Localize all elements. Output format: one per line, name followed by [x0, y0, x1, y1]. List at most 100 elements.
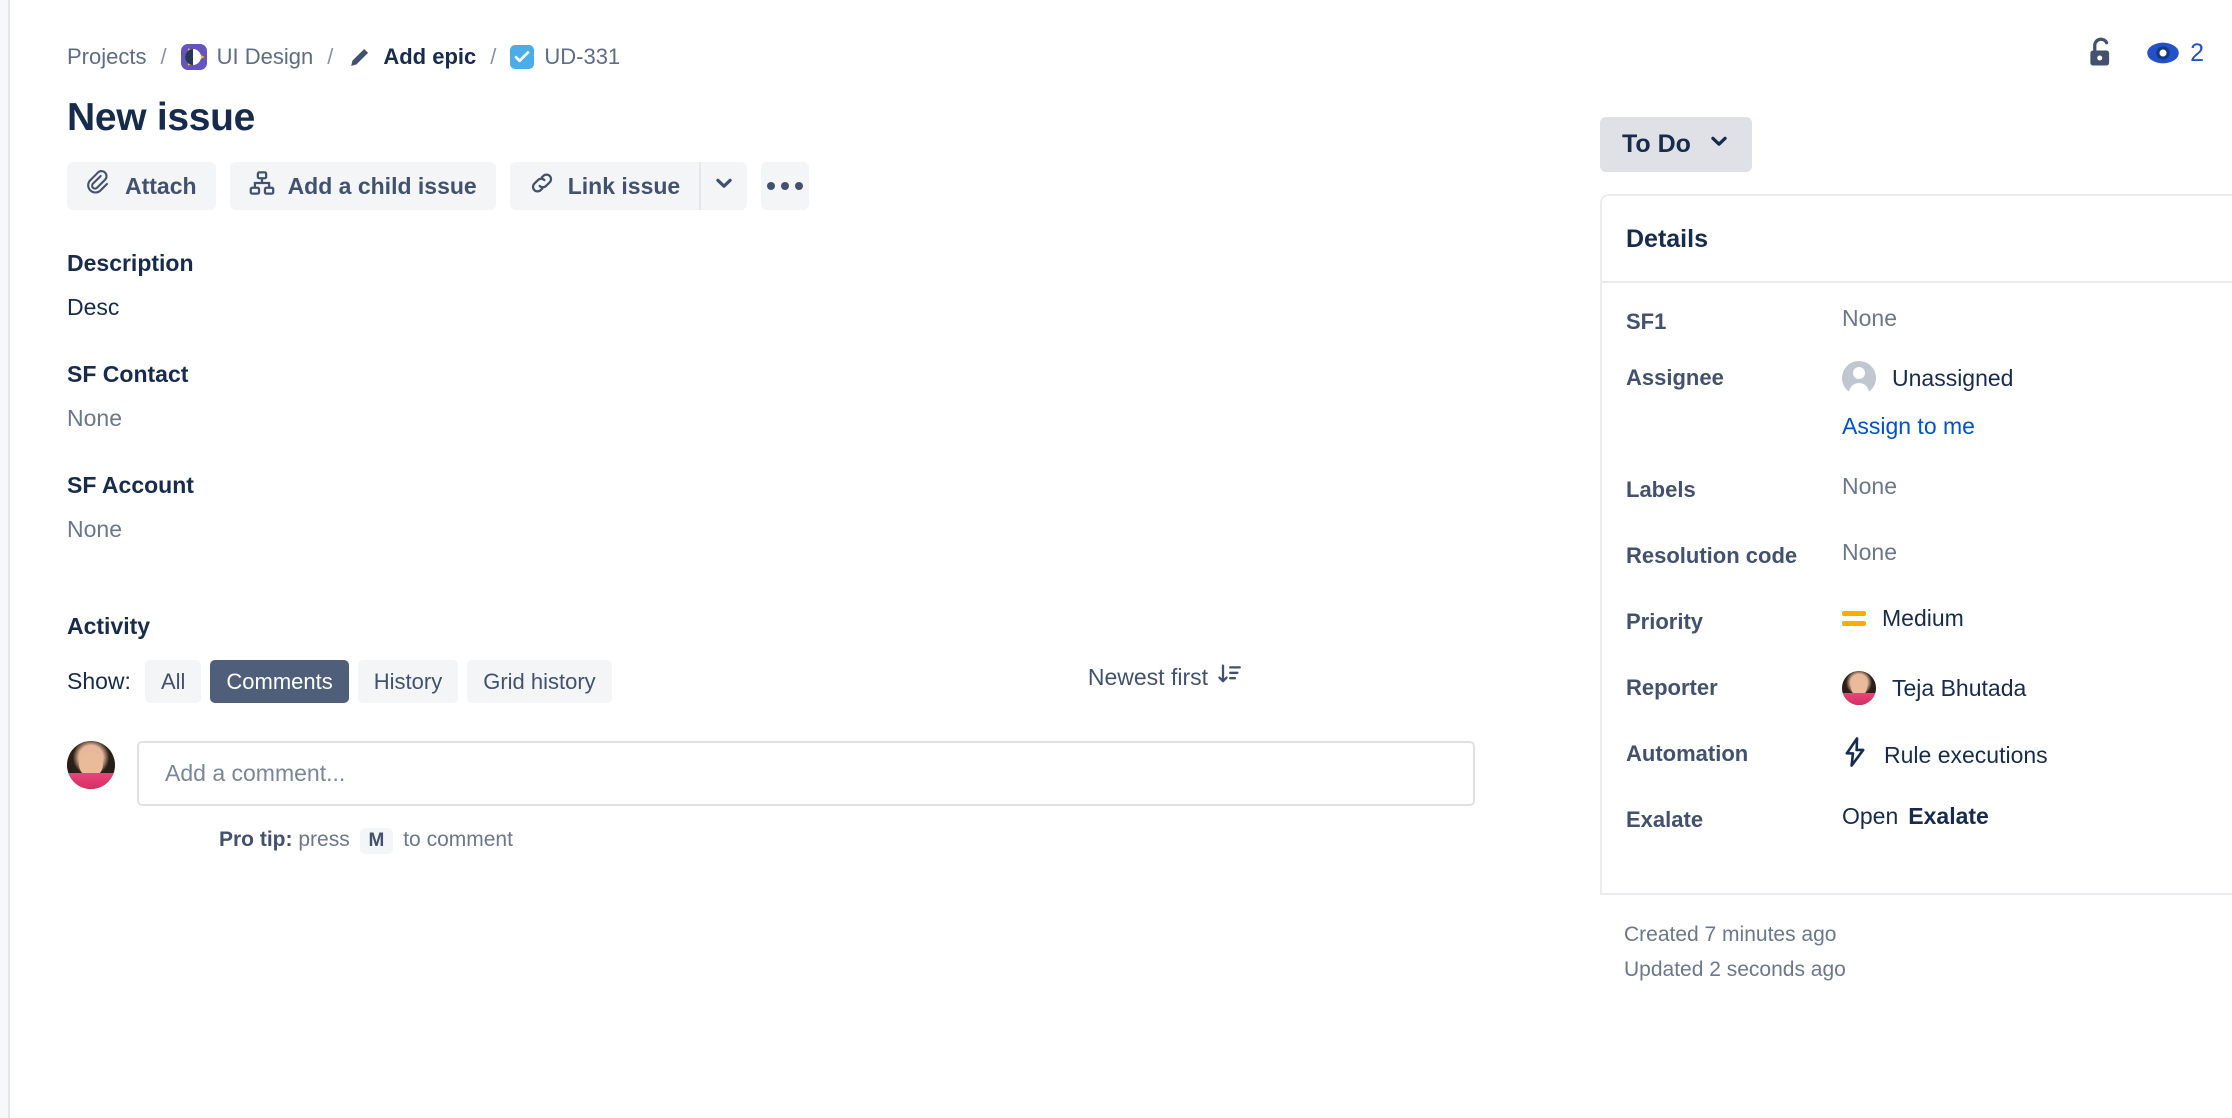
add-child-issue-button[interactable]: Add a child issue — [229, 162, 496, 210]
breadcrumb-epic-label[interactable]: Add epic — [383, 44, 476, 70]
detail-row-sf1: SF1 None — [1626, 305, 2232, 361]
breadcrumb-separator: / — [327, 44, 334, 69]
task-type-icon — [510, 45, 535, 69]
detail-label: Priority — [1626, 609, 1704, 634]
comment-placeholder: Add a comment... — [165, 760, 346, 786]
collapsed-sidebar-edge[interactable] — [0, 0, 10, 1118]
pro-tip-prefix: Pro tip: — [219, 828, 293, 851]
child-issue-hierarchy-icon — [249, 170, 275, 202]
field-sf-contact: SF Contact None — [67, 361, 1567, 432]
activity-section: Activity Show: All Comments History Grid… — [67, 613, 1567, 854]
detail-label: Exalate — [1626, 807, 1704, 832]
assign-to-me-link[interactable]: Assign to me — [1842, 413, 2013, 440]
detail-label: Assignee — [1626, 365, 1724, 390]
updated-timestamp: Updated 2 seconds ago — [1624, 958, 1846, 981]
detail-label: SF1 — [1626, 309, 1667, 334]
activity-heading: Activity — [67, 613, 151, 639]
field-value[interactable]: Desc — [67, 294, 1567, 321]
detail-value-wrapper[interactable]: Teja Bhutada — [1842, 671, 2026, 705]
breadcrumb-project[interactable]: UI Design — [180, 44, 314, 70]
field-value[interactable]: None — [67, 405, 1567, 432]
jira-issue-view: 2 Projects / UI Design / Add epic / UD-3… — [0, 0, 2232, 1118]
field-label: SF Contact — [67, 361, 189, 387]
detail-label: Automation — [1626, 741, 1749, 766]
reporter-avatar — [1842, 671, 1876, 705]
field-label: Description — [67, 250, 194, 276]
detail-label: Resolution code — [1626, 543, 1798, 568]
attach-label: Attach — [125, 172, 197, 199]
field-sf-account: SF Account None — [67, 472, 1567, 543]
created-timestamp: Created 7 minutes ago — [1624, 923, 1837, 946]
breadcrumb-projects[interactable]: Projects — [67, 44, 146, 70]
exalate-value[interactable]: Open Exalate — [1842, 803, 1989, 830]
breadcrumb-add-epic[interactable]: Add epic — [347, 44, 476, 70]
link-issue-button-group: Link issue — [509, 162, 748, 210]
status-dropdown-button[interactable]: To Do — [1600, 117, 1752, 172]
detail-row-automation: Automation Rule executions — [1626, 737, 2232, 803]
link-issue-dropdown-button[interactable] — [699, 162, 748, 210]
show-label: Show: — [67, 668, 131, 694]
details-panel: Details SF1 None Assignee Unassigned Ass… — [1600, 194, 2232, 895]
breadcrumb-project-label[interactable]: UI Design — [217, 44, 314, 70]
priority-value: Medium — [1882, 605, 1964, 631]
issue-main-column: Projects / UI Design / Add epic / UD-331… — [67, 0, 1567, 854]
detail-row-reporter: Reporter Teja Bhutada — [1626, 671, 2232, 737]
pro-tip-press: press — [298, 828, 350, 851]
tab-comments[interactable]: Comments — [210, 660, 349, 703]
attach-button[interactable]: Attach — [67, 162, 216, 210]
chevron-down-icon — [713, 172, 735, 200]
detail-value[interactable]: None — [1842, 539, 1897, 566]
detail-row-priority: Priority Medium — [1626, 605, 2232, 671]
assignee-value[interactable]: Unassigned — [1842, 361, 2013, 395]
chevron-down-icon — [1708, 130, 1730, 159]
status-label: To Do — [1622, 130, 1691, 158]
issue-title[interactable]: New issue — [67, 96, 1567, 140]
tab-history[interactable]: History — [357, 660, 459, 703]
add-child-issue-label: Add a child issue — [287, 172, 477, 199]
assignee-name: Unassigned — [1892, 364, 2014, 391]
detail-row-exalate: Exalate Open Exalate — [1626, 803, 2232, 863]
detail-label: Reporter — [1626, 675, 1718, 700]
more-actions-icon — [767, 182, 804, 190]
project-avatar-icon — [180, 44, 207, 70]
sort-order-label: Newest first — [1087, 663, 1208, 690]
sort-order-button[interactable]: Newest first — [1088, 662, 1241, 692]
pro-tip-text: Pro tip: press M to comment — [219, 828, 1567, 854]
automation-value: Rule executions — [1884, 741, 2048, 768]
link-issue-label: Link issue — [567, 172, 681, 199]
exalate-link[interactable]: Exalate — [1908, 803, 1989, 830]
field-description: Description Desc — [67, 250, 1567, 321]
pencil-icon — [347, 44, 373, 70]
sort-descending-icon — [1217, 662, 1241, 692]
exalate-open-text: Open — [1842, 803, 1899, 829]
link-issue-button[interactable]: Link issue — [509, 162, 700, 210]
field-label: SF Account — [67, 472, 194, 498]
breadcrumb-issue[interactable]: UD-331 — [510, 44, 620, 70]
detail-row-assignee: Assignee Unassigned Assign to me — [1626, 361, 2232, 473]
breadcrumb: Projects / UI Design / Add epic / UD-331 — [67, 44, 1567, 70]
more-actions-button[interactable] — [761, 162, 810, 210]
lightning-bolt-icon — [1842, 737, 1868, 773]
tab-all[interactable]: All — [144, 660, 202, 703]
tab-grid-history[interactable]: Grid history — [467, 660, 612, 703]
breadcrumb-separator: / — [160, 44, 167, 69]
reporter-name: Teja Bhutada — [1892, 674, 2027, 701]
detail-value[interactable]: None — [1842, 473, 1897, 500]
detail-row-labels: Labels None — [1626, 473, 2232, 539]
current-user-avatar[interactable] — [67, 741, 115, 789]
detail-value-wrapper[interactable]: Medium — [1842, 605, 1964, 632]
breadcrumb-issue-key[interactable]: UD-331 — [544, 44, 620, 70]
detail-row-resolution-code: Resolution code None — [1626, 539, 2232, 605]
detail-value[interactable]: None — [1842, 305, 1897, 332]
chain-link-icon — [529, 170, 555, 202]
pro-tip-suffix: to comment — [403, 828, 513, 851]
details-field-list: SF1 None Assignee Unassigned Assign to m… — [1602, 283, 2232, 893]
user-avatar-icon — [1842, 361, 1876, 395]
detail-label: Labels — [1626, 477, 1696, 502]
activity-filter-bar: Show: All Comments History Grid history … — [67, 660, 1467, 703]
add-comment-row: Add a comment... — [67, 741, 1567, 806]
breadcrumb-separator: / — [490, 44, 497, 69]
detail-value-wrapper[interactable]: Rule executions — [1842, 737, 2048, 773]
comment-input[interactable]: Add a comment... — [137, 741, 1475, 806]
field-value[interactable]: None — [67, 516, 1567, 543]
